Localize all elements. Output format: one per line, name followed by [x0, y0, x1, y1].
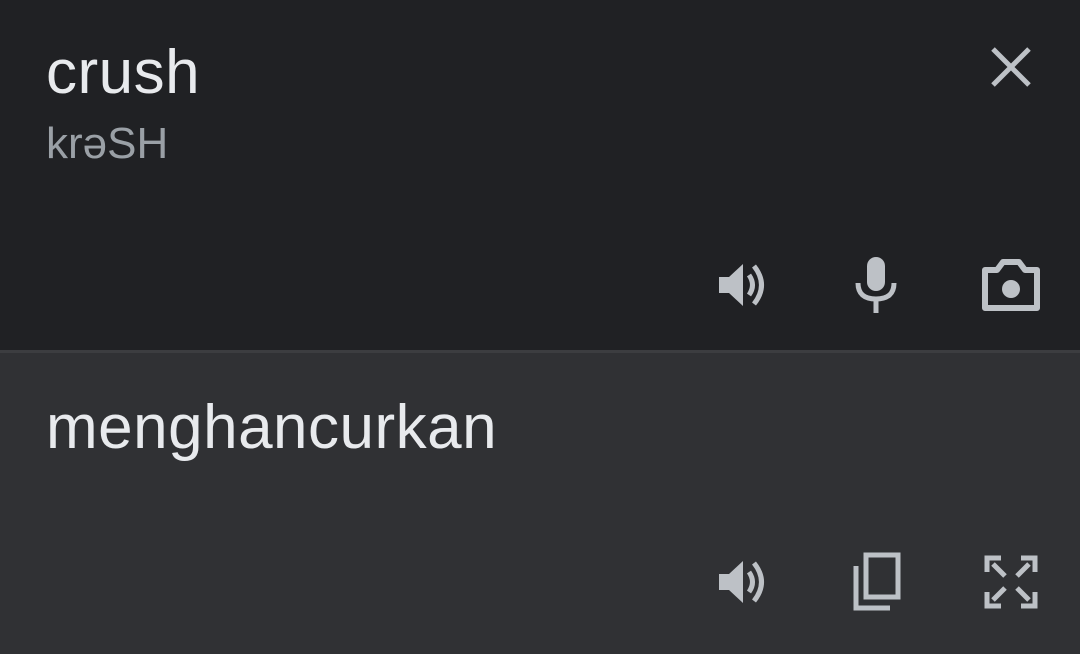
source-phonetic: krəSH: [46, 119, 169, 168]
source-listen-button[interactable]: [705, 249, 777, 321]
speaker-icon: [719, 561, 764, 603]
camera-icon: [982, 259, 1040, 311]
fullscreen-button[interactable]: [975, 546, 1047, 618]
fullscreen-icon: [984, 555, 1038, 609]
close-button[interactable]: [975, 31, 1047, 103]
voice-input-button[interactable]: [840, 249, 912, 321]
source-text[interactable]: crush: [46, 38, 200, 108]
microphone-icon: [855, 257, 897, 313]
copy-translation-button[interactable]: [840, 546, 912, 618]
copy-icon: [853, 552, 901, 611]
speaker-icon: [719, 264, 764, 306]
translation-text[interactable]: menghancurkan: [46, 390, 497, 466]
camera-input-button[interactable]: [975, 249, 1047, 321]
translation-listen-button[interactable]: [705, 546, 777, 618]
close-icon: [991, 47, 1031, 87]
